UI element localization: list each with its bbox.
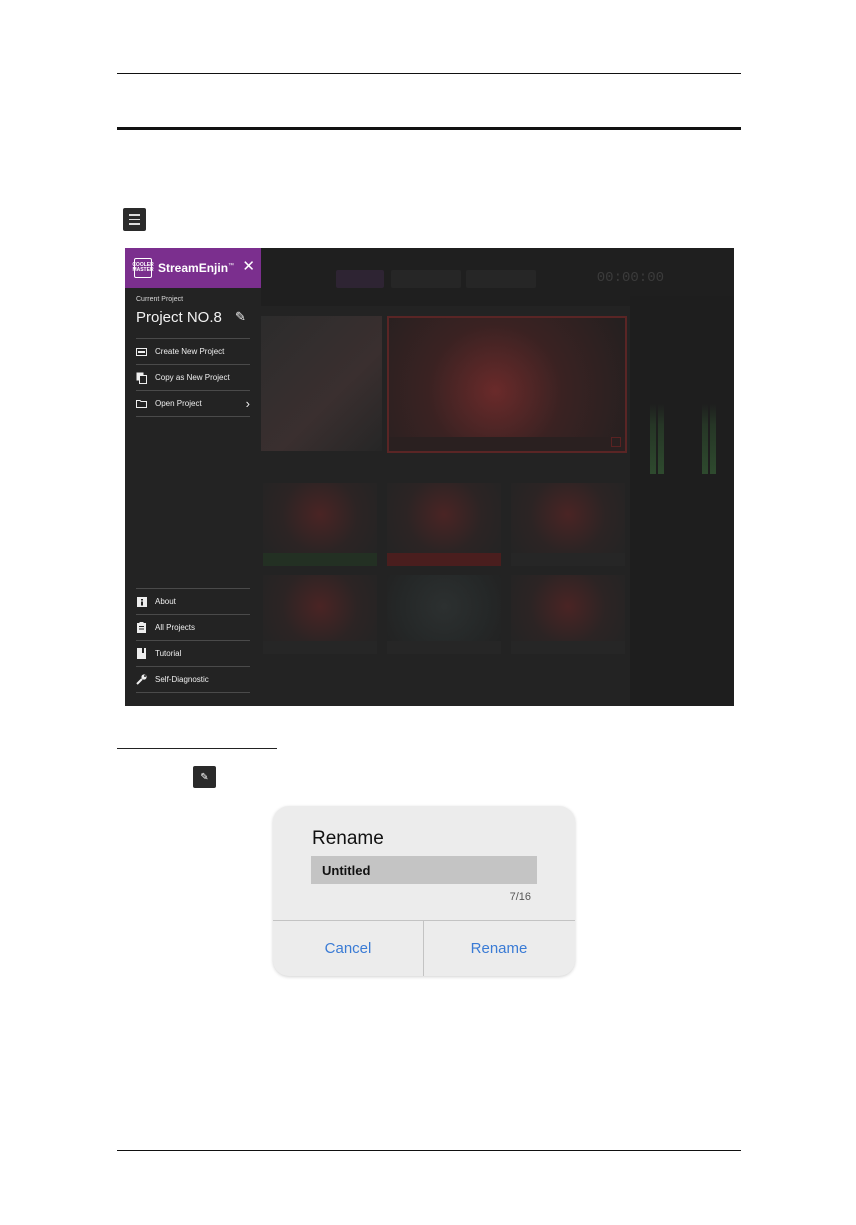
scene-tile: [511, 575, 625, 645]
dialog-title: Rename: [312, 828, 384, 849]
header-rule-thick: [117, 127, 741, 130]
tab-active: [336, 270, 384, 288]
cancel-button[interactable]: Cancel: [273, 921, 423, 976]
character-count: 7/16: [509, 891, 531, 903]
sidebar-menu: COOLER MASTER StreamEnjin™ ✕ Current Pro…: [125, 248, 261, 706]
hamburger-menu-icon: [123, 208, 146, 231]
rename-input[interactable]: Untitled: [311, 856, 537, 884]
sidebar-header: COOLER MASTER StreamEnjin™ ✕: [125, 248, 261, 288]
copy-icon: [136, 372, 147, 384]
scene-tile: [387, 575, 501, 645]
preview-panel: [261, 316, 382, 451]
new-project-icon: [136, 346, 147, 357]
folder-icon: [136, 398, 147, 409]
section-underline: [117, 748, 277, 749]
wrench-icon: [136, 674, 147, 685]
chevron-right-icon: ›: [245, 396, 250, 411]
live-panel: [387, 316, 627, 453]
background-app: 00:00:00: [261, 248, 734, 706]
edit-pencil-icon[interactable]: ✎: [235, 309, 246, 325]
footer-rule: [117, 1150, 741, 1151]
current-project-label: Current Project: [136, 296, 184, 303]
app-title: StreamEnjin™: [158, 261, 235, 275]
audio-panel: [630, 296, 734, 706]
scene-tile: [511, 483, 625, 553]
menu-item-self-diagnostic[interactable]: Self-Diagnostic: [136, 667, 250, 693]
cooler-master-logo: COOLER MASTER: [132, 258, 154, 278]
menu-item-copy-as-new-project[interactable]: Copy as New Project: [136, 365, 250, 391]
tab: [391, 270, 461, 288]
scene-tile: [387, 483, 501, 553]
scene-tile: [263, 483, 377, 553]
scene-tile: [263, 575, 377, 645]
menu-item-about[interactable]: About: [136, 589, 250, 615]
menu-item-tutorial[interactable]: Tutorial: [136, 641, 250, 667]
header-rule-thin: [117, 73, 741, 74]
tab: [466, 270, 536, 288]
menu-item-all-projects[interactable]: All Projects: [136, 615, 250, 641]
pencil-icon: ✎: [193, 766, 216, 788]
rename-button[interactable]: Rename: [424, 921, 574, 976]
close-icon[interactable]: ✕: [242, 259, 255, 274]
info-icon: [136, 596, 147, 607]
clipboard-icon: [136, 622, 147, 633]
rename-dialog: Rename Untitled 7/16 Cancel Rename: [273, 806, 575, 976]
book-icon: [136, 648, 147, 659]
menu-item-open-project[interactable]: Open Project ›: [136, 391, 250, 417]
current-project-name: Project NO.8: [136, 309, 222, 326]
menu-item-create-new-project[interactable]: Create New Project: [136, 339, 250, 365]
timer: 00:00:00: [596, 270, 664, 286]
app-screenshot: 00:00:00 COOLER MASTER StreamEnjin™ ✕ Cu…: [125, 248, 734, 706]
